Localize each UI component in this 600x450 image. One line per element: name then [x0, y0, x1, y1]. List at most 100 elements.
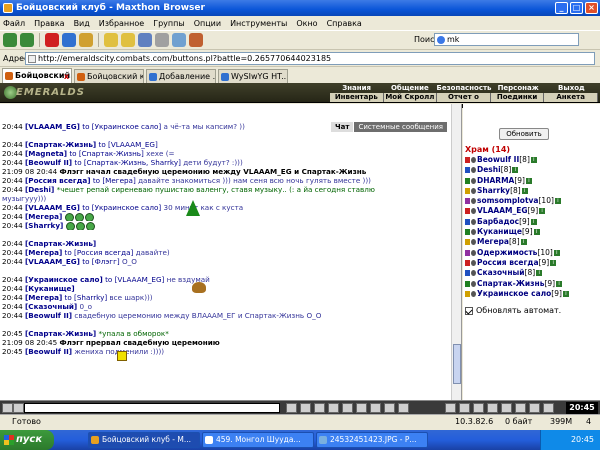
music-icon[interactable] [384, 403, 395, 413]
message-author[interactable]: [Deshi] [25, 185, 54, 194]
info-icon[interactable]: i [533, 229, 540, 236]
user-name[interactable]: somsomplotva [477, 196, 539, 205]
nav-inventory[interactable]: Инвентарь [330, 93, 384, 102]
message-author[interactable]: [Россия всегда] [25, 176, 91, 185]
user-list-item[interactable]: Сказочный[8] i [465, 268, 599, 278]
user-name[interactable]: Куканище [477, 227, 522, 236]
browser-tab[interactable]: Бойцовский...x [2, 68, 72, 83]
browser-tab[interactable]: WySIwYG HT... [218, 69, 288, 83]
nav-security[interactable]: Безопасность [437, 84, 492, 93]
menu-favorites[interactable]: Избранное [99, 19, 144, 28]
maximize-button[interactable]: □ [570, 2, 583, 14]
user-list-item[interactable]: Россия всегда[9] i [465, 258, 599, 268]
ability-icon[interactable] [515, 403, 526, 413]
search-input[interactable]: mk [434, 33, 579, 46]
nav-character[interactable]: Персонаж [491, 84, 544, 93]
user-name[interactable]: Мегера [477, 237, 509, 246]
info-icon[interactable]: i [554, 198, 561, 205]
message-author[interactable]: Флэгг [59, 338, 83, 347]
user-list-item[interactable]: Куканище[9] i [465, 227, 599, 237]
message-author[interactable]: [Украинское сало] [25, 275, 103, 284]
message-author[interactable]: [Спартак-Жизнь] [25, 239, 96, 248]
user-name[interactable]: Одержимость [477, 248, 537, 257]
user-name[interactable]: Россия всегда [477, 258, 539, 267]
menu-edit[interactable]: Правка [34, 19, 64, 28]
message-recipient[interactable]: to [Спартак-Жизнь, Sharrky] [74, 158, 181, 167]
info-icon[interactable]: i [553, 249, 560, 256]
message-recipient[interactable]: to [Мегера] [93, 176, 136, 185]
user-list-item[interactable]: Украинское сало[9] i [465, 289, 599, 299]
user-list-item[interactable]: Beowulf II[8] i [465, 155, 599, 165]
info-icon[interactable]: i [520, 239, 527, 246]
menu-tools[interactable]: Инструменты [230, 19, 287, 28]
settings-icon[interactable] [398, 403, 409, 413]
clear-icon[interactable] [300, 403, 311, 413]
user-name[interactable]: Sharrky [477, 186, 510, 195]
taskbar-item[interactable]: Бойцовский клуб - M... [88, 432, 200, 448]
message-author[interactable]: [Sharrky] [25, 221, 63, 230]
message-author[interactable]: [Мегера] [25, 212, 62, 221]
message-author[interactable]: [Magneta] [25, 149, 67, 158]
private-icon[interactable] [370, 403, 381, 413]
ability-icon[interactable] [445, 403, 456, 413]
user-list-item[interactable]: somsomplotva[10] i [465, 196, 599, 206]
nav-my-scroll[interactable]: Мой Скролл [383, 93, 438, 102]
info-icon[interactable]: i [550, 259, 557, 266]
message-recipient[interactable]: to [Флэгг] [82, 257, 119, 266]
menu-view[interactable]: Вид [74, 19, 90, 28]
close-button[interactable]: × [585, 2, 598, 14]
message-author[interactable]: [Beowulf II] [25, 311, 72, 320]
nav-transfers[interactable]: Отчет о переводах [437, 93, 491, 110]
user-list-item[interactable]: VLAAAM_EG[9] i [465, 206, 599, 216]
ability-icon[interactable] [473, 403, 484, 413]
user-list-item[interactable]: Мегера[8] i [465, 237, 599, 247]
browser-tab[interactable]: Добавление ... [146, 69, 216, 83]
nav-battles[interactable]: Поединки [490, 93, 545, 102]
message-recipient[interactable]: to [Украинское сало] [82, 203, 161, 212]
menu-help[interactable]: Справка [327, 19, 362, 28]
user-list-item[interactable]: Барбадос[9] i [465, 217, 599, 227]
ability-icon[interactable] [459, 403, 470, 413]
chat-input[interactable] [24, 403, 280, 413]
user-name[interactable]: Барбадос [477, 217, 519, 226]
message-author[interactable]: Флэгг [59, 167, 83, 176]
ability-icon[interactable] [487, 403, 498, 413]
info-icon[interactable]: i [530, 218, 537, 225]
refresh-button[interactable]: Обновить [499, 128, 549, 140]
message-author[interactable]: [VLAAAM_EG] [25, 122, 80, 131]
chat-menu-icon[interactable] [2, 403, 13, 413]
message-recipient[interactable]: to [VLAAAM_EG] [99, 140, 158, 149]
menu-file[interactable]: Файл [3, 19, 25, 28]
star-icon[interactable] [121, 33, 135, 47]
message-author[interactable]: [Куканище] [25, 284, 75, 293]
forward-icon[interactable] [20, 33, 34, 47]
message-recipient[interactable]: to [VLAAAM_EG] [105, 275, 164, 284]
print-icon[interactable] [155, 33, 169, 47]
user-name[interactable]: Deshi [477, 165, 501, 174]
info-icon[interactable]: i [530, 157, 537, 163]
info-icon[interactable]: i [512, 167, 519, 174]
message-author[interactable]: [Мегера] [25, 248, 62, 257]
message-recipient[interactable]: to [Sharrky] [65, 293, 108, 302]
message-author[interactable]: [Сказочный] [25, 302, 77, 311]
scroll-thumb[interactable] [453, 344, 461, 384]
auto-refresh-checkbox[interactable] [465, 306, 473, 315]
send-icon[interactable] [286, 403, 297, 413]
smiles-icon[interactable] [328, 403, 339, 413]
menu-groups[interactable]: Группы [153, 19, 184, 28]
user-name[interactable]: VLAAAM_EG [477, 206, 528, 215]
info-icon[interactable]: i [556, 280, 563, 287]
user-name[interactable]: Сказочный [477, 268, 525, 277]
back-icon[interactable] [3, 33, 17, 47]
user-list-item[interactable]: Одержимость[10] i [465, 248, 599, 258]
history-icon[interactable] [138, 33, 152, 47]
user-list-item[interactable]: DHARMA[9] i [465, 176, 599, 186]
nav-communication[interactable]: Общение [383, 84, 436, 93]
sound-icon[interactable] [356, 403, 367, 413]
taskbar-item[interactable]: 24532451423.JPG - Р... [316, 432, 428, 448]
message-author[interactable]: [Спартак-Жизнь] [25, 140, 96, 149]
user-name[interactable]: DHARMA [477, 176, 514, 185]
info-icon[interactable]: i [536, 270, 543, 277]
menu-window[interactable]: Окно [296, 19, 317, 28]
message-recipient[interactable]: to [Украинское сало] [82, 122, 161, 131]
